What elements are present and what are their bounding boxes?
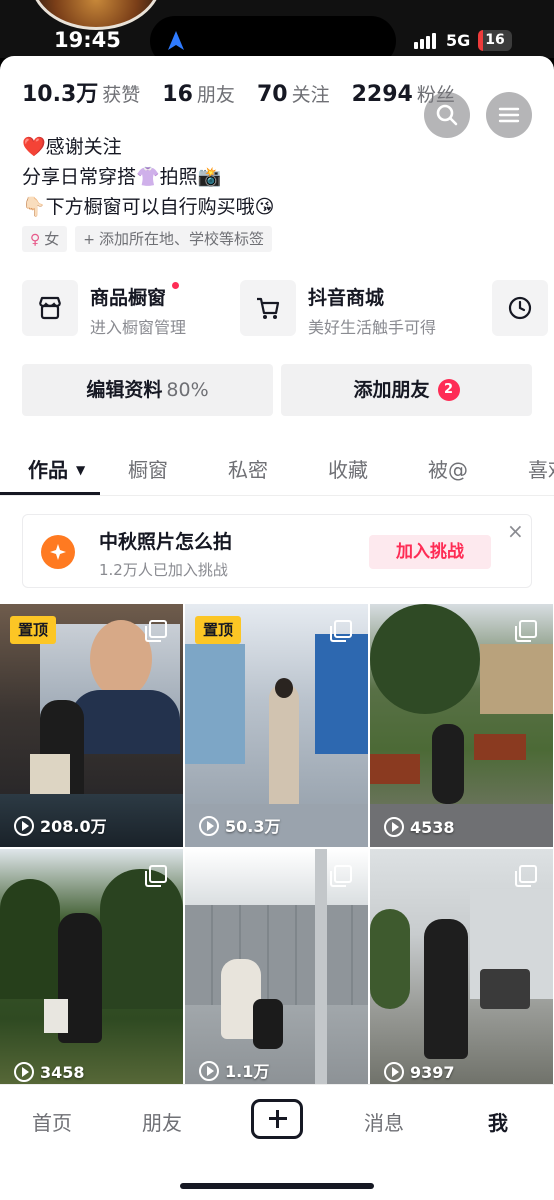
tab-mentions[interactable]: 被@ xyxy=(428,454,468,483)
profile-avatar[interactable] xyxy=(30,0,162,30)
bottom-navigation: 首页 朋友 消息 我 xyxy=(0,1084,554,1200)
play-icon xyxy=(14,816,34,836)
tab-window[interactable]: 橱窗 xyxy=(128,454,168,483)
gallery-icon xyxy=(330,865,352,887)
challenge-icon xyxy=(41,535,75,569)
mall-subtitle: 美好生活触手可得 xyxy=(308,318,437,337)
nav-messages[interactable]: 消息 xyxy=(364,1107,404,1136)
play-icon xyxy=(14,1062,34,1082)
status-bar: 19:45 5G 16 xyxy=(0,0,554,66)
network-type: 5G xyxy=(446,31,471,50)
active-tab-indicator xyxy=(0,492,100,495)
video-thumbnail[interactable]: 3458 xyxy=(0,849,183,1092)
stat-following[interactable]: 70 关注 xyxy=(257,80,330,107)
play-icon xyxy=(384,817,404,837)
shop-row: 商品橱窗 进入橱窗管理 抖音商城 美好生活触手可得 xyxy=(22,278,554,340)
edit-progress: 80% xyxy=(166,379,209,401)
gallery-icon xyxy=(515,620,537,642)
video-thumbnail[interactable]: 置顶 50.3万 xyxy=(185,604,368,847)
play-icon xyxy=(384,1062,404,1082)
challenge-card[interactable]: 中秋照片怎么拍 1.2万人已加入挑战 加入挑战 × xyxy=(22,514,532,588)
bio-line: 👇🏻下方橱窗可以自行购买哦😘 xyxy=(22,196,275,218)
pinned-badge: 置顶 xyxy=(195,616,242,644)
signal-icon xyxy=(414,33,440,49)
nav-me[interactable]: 我 xyxy=(488,1107,508,1136)
stat-friends[interactable]: 16 朋友 xyxy=(162,80,235,107)
play-count: 208.0万 xyxy=(14,813,107,837)
clock-icon xyxy=(492,280,548,336)
video-thumbnail[interactable]: 9397 xyxy=(370,849,553,1092)
tab-private[interactable]: 私密 xyxy=(228,454,268,483)
play-count: 9397 xyxy=(384,1062,455,1082)
shop-window-title: 商品橱窗 xyxy=(90,287,167,309)
caret-down-icon: ▼ xyxy=(76,463,86,477)
plus-icon: + xyxy=(83,232,96,248)
menu-icon xyxy=(498,107,520,123)
home-indicator xyxy=(180,1183,374,1189)
play-icon xyxy=(199,816,219,836)
gallery-icon xyxy=(515,865,537,887)
navigation-arrow-icon xyxy=(168,31,184,50)
nav-home[interactable]: 首页 xyxy=(32,1107,72,1136)
close-icon[interactable]: × xyxy=(507,519,524,543)
mall-title: 抖音商城 xyxy=(308,287,385,309)
challenge-subtitle: 1.2万人已加入挑战 xyxy=(99,561,228,579)
female-icon: ♀ xyxy=(30,232,41,248)
status-time: 19:45 xyxy=(54,28,121,52)
profile-tags: ♀ 女 + 添加所在地、学校等标签 xyxy=(22,226,280,252)
profile-bio[interactable]: ❤️感谢关注 分享日常穿搭👚拍照📸 👇🏻下方橱窗可以自行购买哦😘 xyxy=(22,132,274,222)
challenge-title: 中秋照片怎么拍 xyxy=(99,531,233,553)
bio-line: ❤️感谢关注 xyxy=(22,136,122,158)
search-button[interactable] xyxy=(424,92,470,138)
stat-likes[interactable]: 10.3万 获赞 xyxy=(22,76,140,108)
shop-window-subtitle: 进入橱窗管理 xyxy=(90,318,187,337)
profile-stats: 10.3万获赞16朋友70关注2294粉丝 xyxy=(22,76,477,110)
video-thumbnail[interactable]: 4538 xyxy=(370,604,553,847)
play-count: 4538 xyxy=(384,817,455,837)
shop-window-icon xyxy=(22,280,78,336)
notification-dot xyxy=(172,282,179,289)
search-icon xyxy=(436,104,458,126)
friend-request-badge: 2 xyxy=(437,379,460,401)
join-challenge-button[interactable]: 加入挑战 xyxy=(369,535,491,569)
gender-tag: ♀ 女 xyxy=(22,226,68,252)
play-icon xyxy=(199,1061,219,1081)
gallery-icon xyxy=(145,865,167,887)
product-window-entry[interactable]: 商品橱窗 进入橱窗管理 xyxy=(22,278,222,338)
nav-friends[interactable]: 朋友 xyxy=(142,1107,182,1136)
menu-button[interactable] xyxy=(486,92,532,138)
play-count: 50.3万 xyxy=(199,813,280,837)
add-friend-button[interactable]: 添加朋友 2 xyxy=(281,364,532,416)
create-button[interactable] xyxy=(251,1099,303,1139)
douyin-mall-entry[interactable]: 抖音商城 美好生活触手可得 xyxy=(240,278,470,338)
add-location-tag[interactable]: + 添加所在地、学校等标签 xyxy=(75,226,273,252)
content-tabs: 作品▼ 橱窗 私密 收藏 被@ 喜欢 xyxy=(0,446,554,496)
battery-icon: 16 xyxy=(478,30,512,51)
edit-profile-button[interactable]: 编辑资料 80% xyxy=(22,364,273,416)
history-entry[interactable] xyxy=(492,278,552,338)
gallery-icon xyxy=(145,620,167,642)
video-thumbnail[interactable]: 置顶 208.0万 xyxy=(0,604,183,847)
bio-line: 分享日常穿搭👚拍照📸 xyxy=(22,166,222,188)
video-thumbnail[interactable]: 1.1万 xyxy=(185,849,368,1092)
play-count: 1.1万 xyxy=(199,1058,269,1082)
play-count: 3458 xyxy=(14,1062,85,1082)
cart-icon xyxy=(240,280,296,336)
profile-sheet: 10.3万获赞16朋友70关注2294粉丝 ❤️感谢关注 分享日常穿搭👚拍照📸 … xyxy=(0,56,554,1200)
pinned-badge: 置顶 xyxy=(10,616,57,644)
tab-works[interactable]: 作品 ▼ xyxy=(28,454,85,483)
tab-likes[interactable]: 喜欢 xyxy=(528,454,554,483)
battery-level: 16 xyxy=(485,32,505,48)
tab-favorites[interactable]: 收藏 xyxy=(328,454,368,483)
profile-actions: 编辑资料 80% 添加朋友 2 xyxy=(22,364,532,416)
gallery-icon xyxy=(330,620,352,642)
